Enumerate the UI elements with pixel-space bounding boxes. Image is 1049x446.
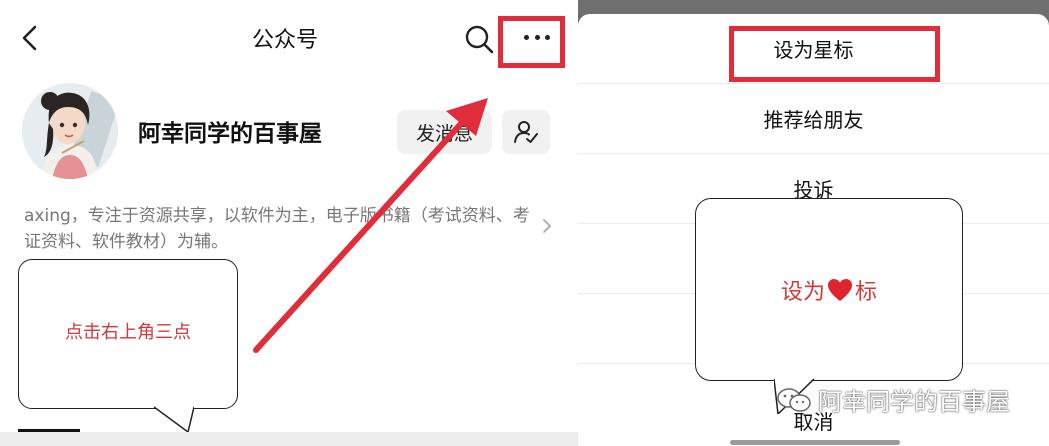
search-icon[interactable] xyxy=(464,24,494,54)
menu-item-recommend[interactable]: 推荐给朋友 xyxy=(578,84,1049,154)
account-profile-panel: 公众号 阿幸同学的百事屋 发消息 axing，专注于资源共享，以软件为主，电子版… xyxy=(0,0,578,446)
annotation-text-after: 标 xyxy=(855,279,878,305)
send-message-button[interactable]: 发消息 xyxy=(397,110,492,154)
account-avatar[interactable] xyxy=(22,83,118,179)
home-indicator xyxy=(730,440,900,445)
speech-bubble-tail xyxy=(154,406,194,432)
account-name: 阿幸同学的百事屋 xyxy=(138,121,322,147)
page-title: 公众号 xyxy=(251,28,318,53)
back-arrow-icon[interactable] xyxy=(18,24,42,52)
follow-button[interactable] xyxy=(502,110,550,154)
annotation-text-right: 设为 标 xyxy=(781,274,877,306)
action-sheet-panel: 设为星标 推荐给朋友 投诉 取消 设为 标 阿幸同学的百事屋 xyxy=(578,0,1049,446)
wechat-icon xyxy=(777,387,811,412)
annotation-text-before: 设为 xyxy=(780,279,825,305)
watermark: 阿幸同学的百事屋 xyxy=(776,382,1010,417)
account-description[interactable]: axing，专注于资源共享，以软件为主，电子版书籍（考试资料、考证资料、软件教材… xyxy=(24,203,544,255)
annotation-bubble-left: 点击右上角三点 xyxy=(18,259,238,409)
avatar-illustration xyxy=(22,83,118,179)
user-check-icon xyxy=(514,121,538,143)
heart-icon xyxy=(828,278,852,301)
watermark-text: 阿幸同学的百事屋 xyxy=(818,388,1010,416)
chevron-right-icon[interactable] xyxy=(542,218,552,234)
set-star-highlight-box xyxy=(729,26,940,82)
more-options-highlight-box xyxy=(498,16,565,68)
annotation-bubble-right: 设为 标 xyxy=(695,198,963,381)
annotation-text-left: 点击右上角三点 xyxy=(65,322,191,343)
content-divider xyxy=(0,432,578,446)
